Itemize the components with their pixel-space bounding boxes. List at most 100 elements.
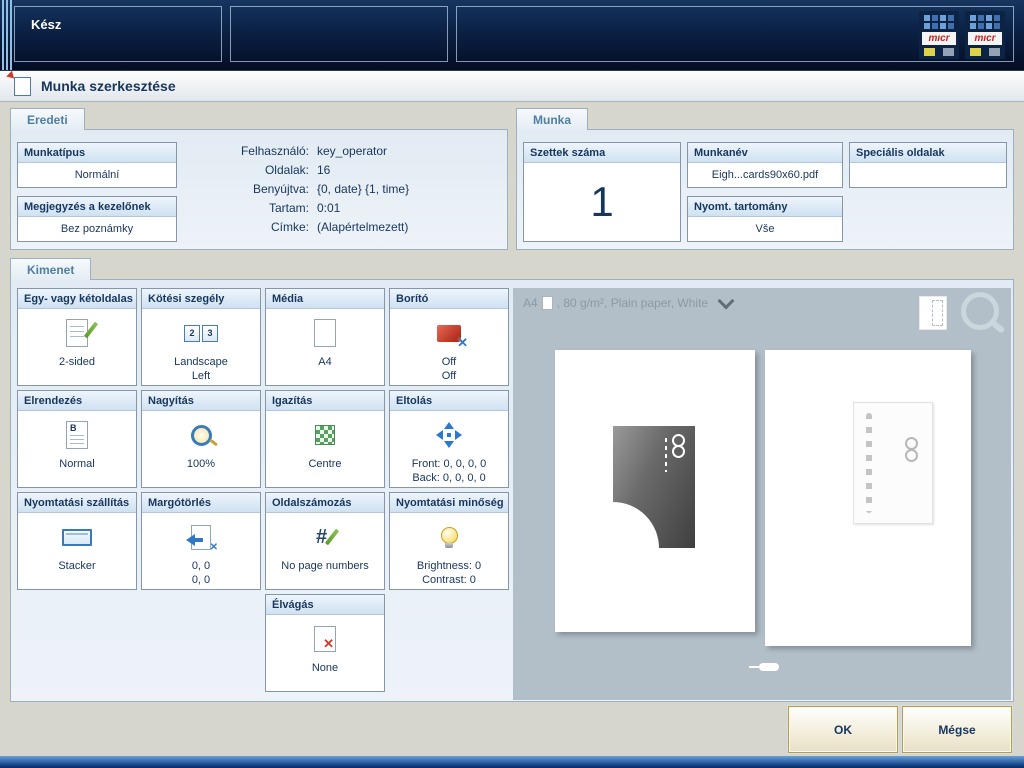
job-info-block: Felhasználó: key_operator Oldalak: 16 Be… — [161, 142, 497, 237]
info-value: (Alapértelmezett) — [317, 218, 497, 237]
option-label: Média — [266, 289, 384, 309]
option-label: Elrendezés — [18, 391, 136, 411]
special-pages-button[interactable]: Speciális oldalak — [849, 142, 1007, 188]
option-label: Igazítás — [266, 391, 384, 411]
option-margin-erase-button[interactable]: Margótörlés ✕ 0, 0 0, 0 — [141, 492, 261, 590]
option-label: Kötési szegély — [142, 289, 260, 309]
alignment-grid-icon — [315, 413, 335, 457]
job-group: Munka Szettek száma 1 Munkanév Eigh...ca… — [516, 108, 1014, 250]
option-cover-button[interactable]: Borító ✕ Off Off — [389, 288, 509, 386]
status-panel-2 — [230, 6, 448, 62]
media-page-icon — [314, 311, 336, 355]
dialog-title-bar: Munka szerkesztése — [0, 70, 1024, 102]
top-status-bar: Kész mıcr mıcr — [0, 0, 1024, 70]
print-range-label: Nyomt. tartomány — [688, 197, 842, 217]
option-label: Élvágás — [266, 595, 384, 615]
micr-logo: mıcr — [965, 11, 1005, 59]
option-offset-button[interactable]: Eltolás Front: 0, 0, 0, 0 Back: 0, 0, 0,… — [389, 390, 509, 488]
info-label: Címke: — [161, 218, 309, 237]
sets-count-value: 1 — [590, 181, 613, 223]
binding-edge-icon: 2 3 — [183, 311, 219, 355]
option-layout-button[interactable]: Elrendezés B Normal — [17, 390, 137, 488]
page-view-icon[interactable] — [919, 296, 947, 330]
logo-squares-decoration — [924, 48, 954, 56]
output-group-box: Egy- vagy kétoldalas 2-sided Kötési szeg… — [10, 279, 1014, 702]
media-dropdown[interactable]: A4 , 80 g/m², Plain paper, White — [523, 296, 732, 310]
original-group-box: Munkatípus Normální Megjegyzés a kezelőn… — [10, 129, 508, 250]
edit-job-icon — [14, 77, 31, 96]
option-value: No page numbers — [281, 559, 368, 573]
info-row: Felhasználó: key_operator — [161, 142, 497, 161]
option-two-sided-button[interactable]: Egy- vagy kétoldalas 2-sided — [17, 288, 137, 386]
option-alignment-button[interactable]: Igazítás Centre — [265, 390, 385, 488]
option-value: Contrast: 0 — [422, 573, 476, 587]
option-label: Egy- vagy kétoldalas — [18, 289, 136, 309]
ok-button[interactable]: OK — [788, 706, 898, 753]
option-delivery-button[interactable]: Nyomtatási szállítás Stacker — [17, 492, 137, 590]
screen: Kész mıcr mıcr Munka szerkesztése — [0, 0, 1024, 768]
operator-note-label: Megjegyzés a kezelőnek — [18, 197, 176, 217]
magnifier-icon — [191, 413, 212, 457]
option-media-button[interactable]: Média A4 — [265, 288, 385, 386]
tab-eredeti[interactable]: Eredeti — [10, 108, 85, 130]
print-range-button[interactable]: Nyomt. tartomány Vše — [687, 196, 843, 242]
option-value: Normal — [59, 457, 94, 471]
preview-zoom-icon[interactable] — [961, 292, 999, 330]
binding-right-page: 3 — [202, 325, 218, 342]
logo-squares-decoration — [970, 48, 1000, 56]
option-label: Margótörlés — [142, 493, 260, 513]
tab-kimenet[interactable]: Kimenet — [10, 258, 91, 280]
cancel-button[interactable]: Mégse — [902, 706, 1012, 753]
option-value: A4 — [318, 355, 331, 369]
info-label: Benyújtva: — [161, 180, 309, 199]
page-number-icon: # — [316, 515, 334, 559]
info-label: Tartam: — [161, 199, 309, 218]
info-row: Tartam: 0:01 — [161, 199, 497, 218]
sets-count-button[interactable]: Szettek száma 1 — [523, 142, 681, 242]
preview-page-back — [765, 350, 971, 646]
status-panel-3: mıcr mıcr — [456, 6, 1014, 62]
special-pages-label: Speciális oldalak — [850, 143, 1006, 163]
option-page-numbers-button[interactable]: Oldalszámozás # No page numbers — [265, 492, 385, 590]
job-name-button[interactable]: Munkanév Eigh...cards90x60.pdf — [687, 142, 843, 188]
option-print-quality-button[interactable]: Nyomtatási minőség Brightness: 0 Contras… — [389, 492, 509, 590]
info-value: 16 — [317, 161, 497, 180]
small-page-icon — [542, 296, 553, 310]
option-label: Borító — [390, 289, 508, 309]
logo-dots-decoration — [970, 15, 1000, 29]
option-label: Nyomtatási minőség — [390, 493, 508, 513]
light-bulb-icon — [441, 515, 458, 559]
original-group: Eredeti Munkatípus Normální Megjegyzés a… — [10, 108, 508, 250]
info-label: Oldalak: — [161, 161, 309, 180]
printer-status-text: Kész — [31, 17, 61, 32]
operator-note-button[interactable]: Megjegyzés a kezelőnek Bez poznámky — [17, 196, 177, 242]
edge-stripes-decoration — [2, 0, 14, 70]
finisher-plug-icon — [749, 662, 783, 672]
margin-erase-icon: ✕ — [191, 515, 211, 559]
option-binding-edge-button[interactable]: Kötési szegély 2 3 Landscape Left — [141, 288, 261, 386]
media-size-text: A4 — [523, 296, 538, 310]
option-value: Centre — [308, 457, 341, 471]
micr-logo-text: mıcr — [922, 32, 956, 45]
info-row: Oldalak: 16 — [161, 161, 497, 180]
micr-logo: mıcr — [919, 11, 959, 59]
trim-icon: ✕ — [314, 617, 336, 661]
dialog-title: Munka szerkesztése — [41, 78, 176, 94]
info-value: 0:01 — [317, 199, 497, 218]
job-type-button[interactable]: Munkatípus Normální — [17, 142, 177, 188]
tab-munka[interactable]: Munka — [516, 108, 588, 130]
two-sided-icon — [66, 311, 88, 355]
micr-logo-text: mıcr — [968, 32, 1002, 45]
option-zoom-button[interactable]: Nagyítás 100% — [141, 390, 261, 488]
option-label: Eltolás — [390, 391, 508, 411]
option-label: Nagyítás — [142, 391, 260, 411]
info-value: {0, date} {1, time} — [317, 180, 497, 199]
option-trim-button[interactable]: Élvágás ✕ None — [265, 594, 385, 692]
job-name-label: Munkanév — [688, 143, 842, 163]
option-value: Front: 0, 0, 0, 0 — [412, 457, 487, 471]
option-value: Off — [442, 355, 456, 369]
info-value: key_operator — [317, 142, 497, 161]
x-mark-icon: ✕ — [457, 336, 468, 349]
binding-left-page: 2 — [184, 325, 200, 342]
output-group: Kimenet Egy- vagy kétoldalas 2-sided Köt… — [10, 258, 1014, 702]
